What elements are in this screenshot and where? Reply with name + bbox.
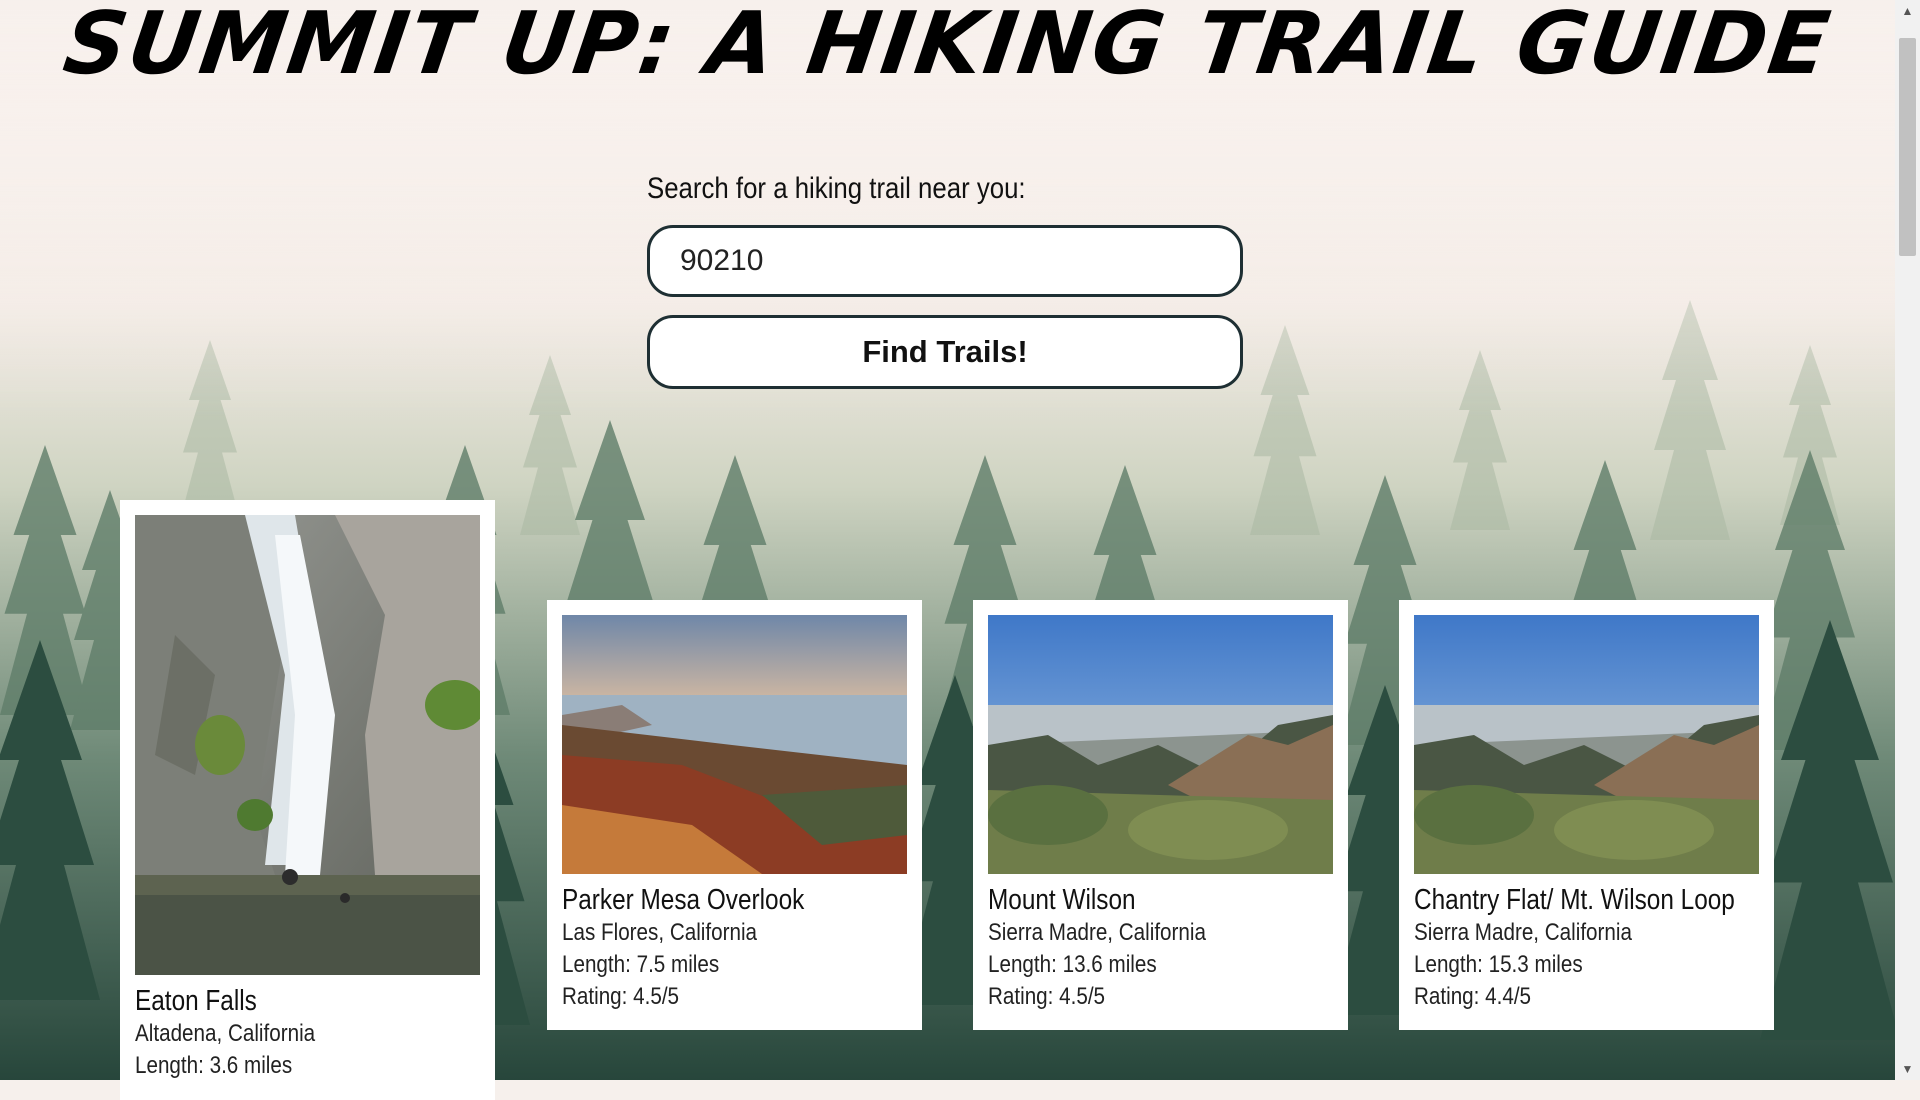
trail-rating: Rating: 4.5/5 [562,983,680,1010]
coastline-sunset-photo [562,615,907,874]
trail-length: Length: 15.3 miles [1414,951,1583,978]
trail-length: Length: 13.6 miles [988,951,1157,978]
trail-name: Chantry Flat/ Mt. Wilson Loop [1414,884,1735,916]
scroll-down-arrow-icon[interactable]: ▼ [1895,1058,1920,1080]
trail-name: Eaton Falls [135,985,257,1017]
scroll-up-arrow-icon[interactable]: ▲ [1895,0,1920,22]
trail-length: Length: 3.6 miles [135,1052,293,1079]
trail-name: Mount Wilson [988,884,1136,916]
trail-location: Sierra Madre, California [1414,919,1632,946]
page-title: SUMMIT UP: A HIKING TRAIL GUIDE [57,0,1838,94]
trail-rating: Rating: 4.5/5 [988,983,1106,1010]
vertical-scrollbar[interactable]: ▲ ▼ [1895,0,1920,1080]
trail-location: Sierra Madre, California [988,919,1206,946]
trail-length: Length: 7.5 miles [562,951,720,978]
find-trails-button[interactable]: Find Trails! [647,315,1243,389]
trail-rating: Rating: 4.4/5 [1414,983,1532,1010]
trail-card[interactable]: Eaton Falls Altadena, California Length:… [120,500,495,1100]
mountain-valley-photo [1414,615,1759,874]
mountain-valley-photo [988,615,1333,874]
waterfall-photo [135,515,480,975]
zip-search-input[interactable] [647,225,1243,297]
trail-card[interactable]: Mount Wilson Sierra Madre, California Le… [973,600,1348,1030]
trail-location: Las Flores, California [562,919,758,946]
trail-location: Altadena, California [135,1020,316,1047]
scroll-thumb[interactable] [1899,38,1916,256]
search-label: Search for a hiking trail near you: [647,172,1026,205]
trail-card[interactable]: Chantry Flat/ Mt. Wilson Loop Sierra Mad… [1399,600,1774,1030]
trail-name: Parker Mesa Overlook [562,884,805,916]
trail-card[interactable]: Parker Mesa Overlook Las Flores, Califor… [547,600,922,1030]
